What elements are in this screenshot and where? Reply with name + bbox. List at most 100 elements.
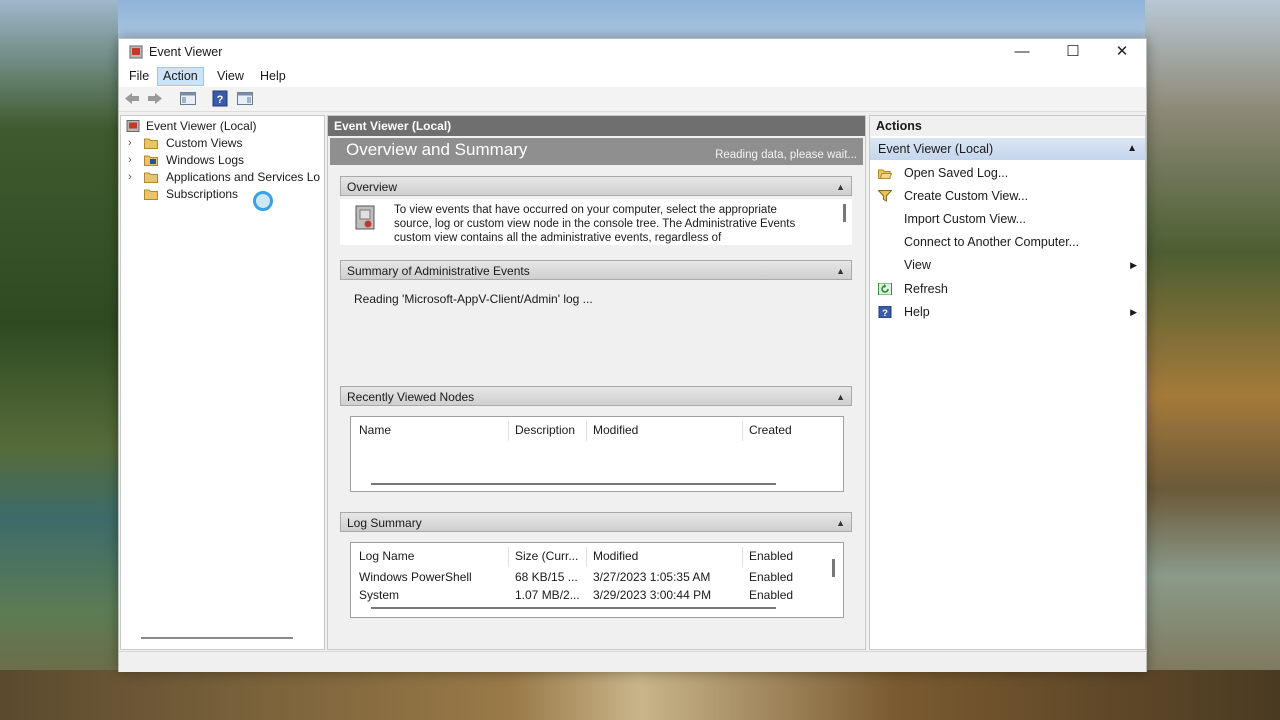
column-header-enabled[interactable]: Enabled bbox=[749, 549, 793, 563]
minimize-button[interactable]: — bbox=[999, 39, 1045, 65]
collapse-caret-icon[interactable]: ▲ bbox=[1127, 138, 1137, 160]
collapse-icon[interactable]: ▲ bbox=[836, 387, 845, 407]
action-create-custom-view[interactable]: Create Custom View... bbox=[870, 185, 1145, 207]
tree-label: Applications and Services Lo bbox=[166, 170, 321, 184]
expand-chevron-icon[interactable]: › bbox=[128, 152, 132, 169]
section-title: Log Summary bbox=[347, 516, 422, 530]
cell-log-name[interactable]: Windows PowerShell bbox=[359, 570, 472, 584]
back-arrow-icon[interactable] bbox=[123, 90, 141, 107]
folder-icon bbox=[144, 138, 158, 149]
collapse-icon[interactable]: ▲ bbox=[836, 177, 845, 197]
column-header-size[interactable]: Size (Curr... bbox=[515, 549, 578, 563]
summary-loading-text: Reading 'Microsoft-AppV-Client/Admin' lo… bbox=[354, 292, 593, 306]
action-import-custom-view[interactable]: Import Custom View... bbox=[870, 208, 1145, 230]
help-icon[interactable]: ? bbox=[211, 90, 229, 107]
tree-label: Custom Views bbox=[166, 136, 243, 150]
cell-modified[interactable]: 3/29/2023 3:00:44 PM bbox=[593, 588, 711, 602]
log-summary-vertical-scrollbar[interactable] bbox=[832, 559, 835, 577]
event-viewer-app-icon bbox=[129, 45, 143, 59]
column-divider[interactable] bbox=[508, 547, 509, 567]
submenu-arrow-icon: ▶ bbox=[1130, 260, 1137, 270]
event-log-icon bbox=[355, 205, 375, 230]
collapse-icon[interactable]: ▲ bbox=[836, 513, 845, 533]
expand-chevron-icon[interactable]: › bbox=[128, 135, 132, 152]
action-help[interactable]: ? Help ▶ bbox=[870, 301, 1145, 323]
subscriptions-icon bbox=[144, 189, 158, 200]
cell-size[interactable]: 1.07 MB/2... bbox=[515, 588, 580, 602]
log-summary-horizontal-scrollbar[interactable] bbox=[371, 607, 776, 609]
overview-scrollbar[interactable] bbox=[843, 204, 846, 222]
status-bar bbox=[119, 651, 1146, 672]
overview-section-body: To view events that have occurred on you… bbox=[340, 199, 852, 245]
log-summary-section-header[interactable]: Log Summary ▲ bbox=[340, 512, 852, 532]
action-label: Create Custom View... bbox=[904, 189, 1029, 203]
tree-label: Subscriptions bbox=[166, 187, 239, 201]
action-refresh[interactable]: Refresh bbox=[870, 278, 1145, 300]
desktop-wallpaper-right bbox=[1145, 0, 1280, 720]
tree-item-event-viewer-local[interactable]: Event Viewer (Local) bbox=[121, 118, 321, 135]
recent-nodes-table: Name Description Modified Created bbox=[350, 416, 844, 492]
recent-nodes-section-header[interactable]: Recently Viewed Nodes ▲ bbox=[340, 386, 852, 406]
tree-label: Windows Logs bbox=[166, 153, 245, 167]
log-summary-table: Log Name Size (Curr... Modified Enabled … bbox=[350, 542, 844, 618]
action-label: View bbox=[904, 258, 931, 272]
action-label: Import Custom View... bbox=[904, 212, 1027, 226]
windows-logs-folder-icon bbox=[144, 155, 158, 166]
recent-horizontal-scrollbar[interactable] bbox=[371, 483, 776, 485]
action-view[interactable]: View ▶ bbox=[870, 254, 1145, 276]
collapse-icon[interactable]: ▲ bbox=[836, 261, 845, 281]
column-header-log-name[interactable]: Log Name bbox=[359, 549, 414, 563]
tree-item-windows-logs[interactable]: › Windows Logs bbox=[121, 152, 321, 169]
cell-log-name[interactable]: System bbox=[359, 588, 399, 602]
folder-icon bbox=[144, 172, 158, 183]
action-label: Help bbox=[904, 305, 930, 319]
cell-enabled[interactable]: Enabled bbox=[749, 588, 793, 602]
actions-section-header[interactable]: Event Viewer (Local) ▲ bbox=[870, 138, 1145, 160]
column-header-created[interactable]: Created bbox=[749, 423, 792, 437]
column-divider[interactable] bbox=[586, 421, 587, 441]
tree-label: Event Viewer (Local) bbox=[146, 119, 257, 133]
submenu-arrow-icon: ▶ bbox=[1130, 307, 1137, 317]
summary-section-header[interactable]: Summary of Administrative Events ▲ bbox=[340, 260, 852, 280]
column-divider[interactable] bbox=[508, 421, 509, 441]
tree-item-subscriptions[interactable]: Subscriptions bbox=[121, 186, 321, 203]
column-divider[interactable] bbox=[586, 547, 587, 567]
column-divider[interactable] bbox=[742, 547, 743, 567]
column-header-description[interactable]: Description bbox=[515, 423, 575, 437]
tree-horizontal-scrollbar[interactable] bbox=[141, 637, 293, 639]
window-title: Event Viewer bbox=[149, 45, 223, 59]
section-title: Recently Viewed Nodes bbox=[347, 390, 475, 404]
overview-section-header[interactable]: Overview ▲ bbox=[340, 176, 852, 196]
tree-item-applications-and-services-logs[interactable]: › Applications and Services Lo bbox=[121, 169, 321, 186]
overview-banner: Overview and Summary Reading data, pleas… bbox=[330, 138, 863, 165]
console-tree: Event Viewer (Local) › Custom Views › Wi… bbox=[120, 115, 325, 650]
forward-arrow-icon[interactable] bbox=[146, 90, 164, 107]
filter-icon bbox=[878, 190, 892, 202]
column-divider[interactable] bbox=[742, 421, 743, 441]
center-pane: Event Viewer (Local) Overview and Summar… bbox=[327, 115, 866, 650]
show-hide-action-pane-icon[interactable] bbox=[236, 90, 254, 107]
title-bar[interactable]: Event Viewer — ☐ ✕ bbox=[119, 39, 1146, 65]
show-hide-console-tree-icon[interactable] bbox=[179, 90, 197, 107]
menu-bar: File Action View Help bbox=[119, 65, 1146, 87]
cell-size[interactable]: 68 KB/15 ... bbox=[515, 570, 578, 584]
column-header-modified[interactable]: Modified bbox=[593, 423, 638, 437]
cell-modified[interactable]: 3/27/2023 1:05:35 AM bbox=[593, 570, 710, 584]
menu-action[interactable]: Action bbox=[157, 67, 204, 86]
cell-enabled[interactable]: Enabled bbox=[749, 570, 793, 584]
tree-item-custom-views[interactable]: › Custom Views bbox=[121, 135, 321, 152]
column-header-name[interactable]: Name bbox=[359, 423, 391, 437]
menu-help[interactable]: Help bbox=[255, 68, 291, 85]
close-button[interactable]: ✕ bbox=[1099, 39, 1145, 65]
action-connect-to-another-computer[interactable]: Connect to Another Computer... bbox=[870, 231, 1145, 253]
mouse-cursor-highlight bbox=[253, 191, 273, 211]
maximize-button[interactable]: ☐ bbox=[1050, 39, 1096, 65]
column-header-modified[interactable]: Modified bbox=[593, 549, 638, 563]
actions-pane: Actions Event Viewer (Local) ▲ Open Save… bbox=[869, 115, 1146, 650]
section-title: Overview bbox=[347, 180, 398, 194]
menu-file[interactable]: File bbox=[124, 68, 154, 85]
expand-chevron-icon[interactable]: › bbox=[128, 169, 132, 186]
actions-section-title: Event Viewer (Local) bbox=[878, 142, 994, 156]
menu-view[interactable]: View bbox=[212, 68, 249, 85]
action-open-saved-log[interactable]: Open Saved Log... bbox=[870, 162, 1145, 184]
